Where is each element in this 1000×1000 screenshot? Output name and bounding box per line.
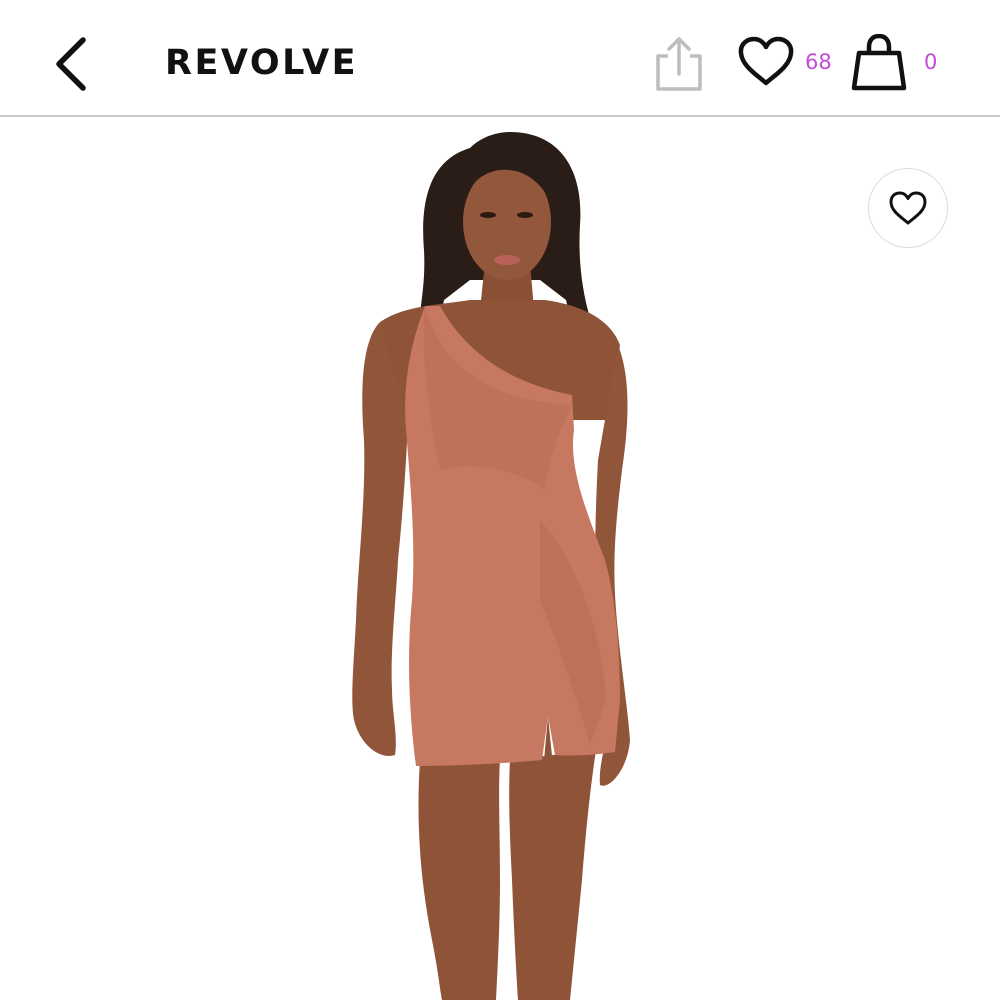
share-icon — [656, 37, 702, 91]
heart-icon — [738, 36, 794, 86]
wishlist-button[interactable] — [737, 36, 795, 88]
shopping-bag-button[interactable] — [850, 33, 908, 92]
share-button[interactable] — [652, 34, 706, 94]
top-app-bar: REVOLVE 68 0 — [0, 0, 1000, 117]
product-image-area — [0, 118, 1000, 1000]
back-button[interactable] — [50, 34, 94, 94]
product-photo — [352, 132, 630, 1000]
bag-count: 0 — [924, 50, 938, 74]
brand-logo[interactable]: REVOLVE — [165, 40, 358, 86]
chevron-left-icon — [56, 37, 86, 91]
shopping-bag-icon — [851, 33, 907, 91]
wishlist-count: 68 — [805, 50, 832, 74]
heart-outline-icon — [889, 191, 927, 225]
add-to-favorites-button[interactable] — [868, 168, 948, 248]
